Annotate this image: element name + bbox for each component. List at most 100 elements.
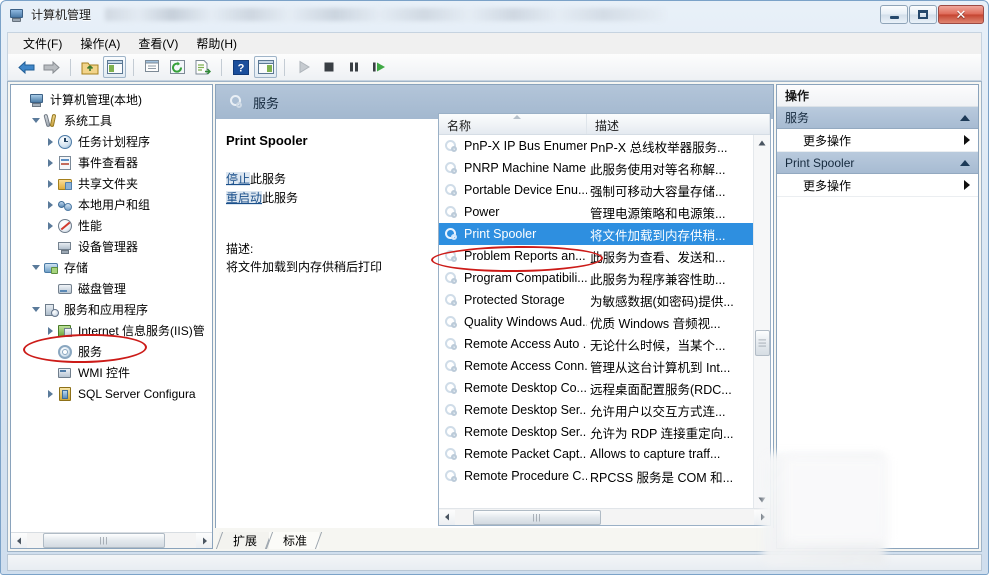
tree-item-3[interactable]: 事件查看器 bbox=[11, 152, 212, 173]
console-tree[interactable]: 计算机管理(本地) 系统工具任务计划程序 事件查看器 共享文件夹本地用户和组性能 设备管… bbox=[11, 85, 212, 532]
restart-service-link[interactable]: 重启动此服务 bbox=[226, 189, 428, 206]
tree-item-11[interactable]: Internet 信息服务(IIS)管 bbox=[11, 320, 212, 341]
tree-item-13[interactable]: WMI 控件 bbox=[11, 362, 212, 383]
tree-scroll-left-button[interactable] bbox=[11, 533, 27, 548]
stop-service-link[interactable]: 停止此服务 bbox=[226, 170, 428, 187]
menu-help[interactable]: 帮助(H) bbox=[187, 33, 246, 54]
table-row[interactable]: Remote Desktop Ser... 允许为 RDP 连接重定向... bbox=[439, 421, 753, 443]
actions-services-more-actions[interactable]: 更多操作 bbox=[777, 129, 978, 152]
tree-item-4[interactable]: 共享文件夹 bbox=[11, 173, 212, 194]
device-manager-icon bbox=[57, 239, 74, 255]
tree-item-2[interactable]: 任务计划程序 bbox=[11, 131, 212, 152]
list-scroll-thumb[interactable]: ||| bbox=[755, 330, 770, 356]
list-scroll-up-button[interactable] bbox=[754, 135, 770, 152]
tree-item-6[interactable]: 性能 bbox=[11, 215, 212, 236]
list-hscroll-track[interactable]: ||| bbox=[455, 509, 754, 525]
tree-item-7[interactable]: 设备管理器 bbox=[11, 236, 212, 257]
table-row[interactable]: Remote Desktop Ser... 允许用户以交互方式连... bbox=[439, 399, 753, 421]
table-row[interactable]: PNRP Machine Name... 此服务使用对等名称解... bbox=[439, 157, 753, 179]
properties-icon[interactable] bbox=[141, 56, 164, 78]
table-row[interactable]: Remote Access Conn... 管理从这台计算机到 Int... bbox=[439, 355, 753, 377]
services-list-rows[interactable]: PnP-X IP Bus Enumer... PnP-X 总线枚举器服务... PN… bbox=[439, 135, 753, 508]
tree-item-0[interactable]: 计算机管理(本地) bbox=[11, 89, 212, 110]
chevron-right-icon[interactable] bbox=[43, 158, 57, 167]
minimize-button[interactable] bbox=[880, 5, 908, 24]
tree-scroll-right-button[interactable] bbox=[196, 533, 212, 548]
table-row[interactable]: Print Spooler 将文件加载到内存供稍... bbox=[439, 223, 753, 245]
tab-extended[interactable]: 扩展 bbox=[215, 532, 273, 549]
list-scroll-left-button[interactable] bbox=[439, 509, 455, 525]
table-row[interactable]: Remote Desktop Co... 远程桌面配置服务(RDC... bbox=[439, 377, 753, 399]
table-row[interactable]: Remote Packet Capt... Allows to capture t… bbox=[439, 443, 753, 465]
forward-icon[interactable] bbox=[40, 56, 63, 78]
tree-item-8[interactable]: 存储 bbox=[11, 257, 212, 278]
up-folder-icon[interactable] bbox=[78, 56, 101, 78]
tree-scroll-thumb[interactable]: ||| bbox=[43, 533, 165, 548]
chevron-right-icon[interactable] bbox=[964, 180, 970, 190]
table-row[interactable]: Portable Device Enu... 强制可移动大容量存储... bbox=[439, 179, 753, 201]
chevron-right-icon[interactable] bbox=[43, 137, 57, 146]
actions-group-services-header[interactable]: 服务 bbox=[777, 107, 978, 129]
tree-item-14[interactable]: SQL Server Configura bbox=[11, 383, 212, 404]
table-row[interactable]: Protected Storage 为敏感数据(如密码)提供... bbox=[439, 289, 753, 311]
chevron-right-icon[interactable] bbox=[43, 221, 57, 230]
tree-item-5[interactable]: 本地用户和组 bbox=[11, 194, 212, 215]
menu-action[interactable]: 操作(A) bbox=[71, 33, 129, 54]
chevron-down-icon[interactable] bbox=[29, 118, 43, 123]
chevron-right-icon[interactable] bbox=[43, 389, 57, 398]
chevron-right-icon[interactable] bbox=[43, 200, 57, 209]
actions-print-spooler-more-actions[interactable]: 更多操作 bbox=[777, 174, 978, 197]
column-header-name[interactable]: 名称 bbox=[439, 114, 587, 134]
back-icon[interactable] bbox=[15, 56, 38, 78]
actions-group-services-label: 服务 bbox=[785, 111, 810, 125]
tree-item-label: 本地用户和组 bbox=[78, 198, 151, 212]
local-users-groups-icon bbox=[57, 197, 74, 213]
table-row[interactable]: Problem Reports an... 此服务为查看、发送和... bbox=[439, 245, 753, 267]
tree-item-1[interactable]: 系统工具 bbox=[11, 110, 212, 131]
column-header-description[interactable]: 描述 bbox=[587, 114, 770, 134]
menu-view[interactable]: 查看(V) bbox=[129, 33, 187, 54]
chevron-right-icon[interactable] bbox=[43, 179, 57, 188]
chevron-right-icon[interactable] bbox=[43, 326, 57, 335]
table-row[interactable]: Remote Access Auto ... 无论什么时候，当某个... bbox=[439, 333, 753, 355]
table-row[interactable]: Program Compatibili... 此服务为程序兼容性助... bbox=[439, 267, 753, 289]
tree-item-9[interactable]: 磁盘管理 bbox=[11, 278, 212, 299]
stop-link-text: 停止 bbox=[226, 172, 251, 186]
tree-horizontal-scrollbar[interactable]: ||| bbox=[11, 532, 212, 548]
chevron-up-icon[interactable] bbox=[960, 159, 970, 166]
service-name-text: Protected Storage bbox=[464, 293, 565, 307]
stop-service-icon[interactable] bbox=[317, 56, 340, 78]
tree-scroll-track[interactable]: ||| bbox=[27, 533, 196, 548]
maximize-button[interactable] bbox=[909, 5, 937, 24]
chevron-up-icon[interactable] bbox=[960, 114, 970, 121]
tree-item-label: 系统工具 bbox=[64, 114, 113, 128]
chevron-right-icon[interactable] bbox=[964, 135, 970, 145]
refresh-icon[interactable] bbox=[166, 56, 189, 78]
tree-item-12[interactable]: 服务 bbox=[11, 341, 212, 362]
service-name-cell: Program Compatibili... bbox=[439, 271, 587, 286]
services-icon bbox=[444, 271, 460, 286]
table-row[interactable]: Quality Windows Aud... 优质 Windows 音频视... bbox=[439, 311, 753, 333]
tree-item-10[interactable]: 服务和应用程序 bbox=[11, 299, 212, 320]
show-action-pane-icon[interactable] bbox=[254, 56, 277, 78]
help-icon[interactable]: ? bbox=[229, 56, 252, 78]
event-viewer-icon bbox=[57, 155, 74, 171]
restart-service-icon[interactable] bbox=[367, 56, 390, 78]
close-button[interactable]: ✕ bbox=[938, 5, 984, 24]
chevron-down-icon[interactable] bbox=[29, 265, 43, 270]
table-row[interactable]: Power 管理电源策略和电源策... bbox=[439, 201, 753, 223]
table-row[interactable]: Remote Procedure C... RPCSS 服务是 COM 和... bbox=[439, 465, 753, 487]
services-list-view[interactable]: 名称 描述 PnP-X IP Bus Enumer... PnP-X 总线枚举器服… bbox=[438, 113, 771, 526]
export-list-icon[interactable] bbox=[191, 56, 214, 78]
show-hide-tree-icon[interactable] bbox=[103, 56, 126, 78]
service-name-cell: Portable Device Enu... bbox=[439, 183, 587, 198]
service-name-text: Quality Windows Aud... bbox=[464, 315, 587, 329]
tab-standard[interactable]: 标准 bbox=[265, 532, 323, 549]
list-horizontal-scrollbar[interactable]: ||| bbox=[439, 508, 770, 525]
chevron-down-icon[interactable] bbox=[29, 307, 43, 312]
pause-service-icon[interactable] bbox=[342, 56, 365, 78]
list-hscroll-thumb[interactable]: ||| bbox=[473, 509, 601, 525]
table-row[interactable]: PnP-X IP Bus Enumer... PnP-X 总线枚举器服务... bbox=[439, 135, 753, 157]
menu-file[interactable]: 文件(F) bbox=[14, 33, 71, 54]
actions-group-print-spooler-header[interactable]: Print Spooler bbox=[777, 152, 978, 174]
